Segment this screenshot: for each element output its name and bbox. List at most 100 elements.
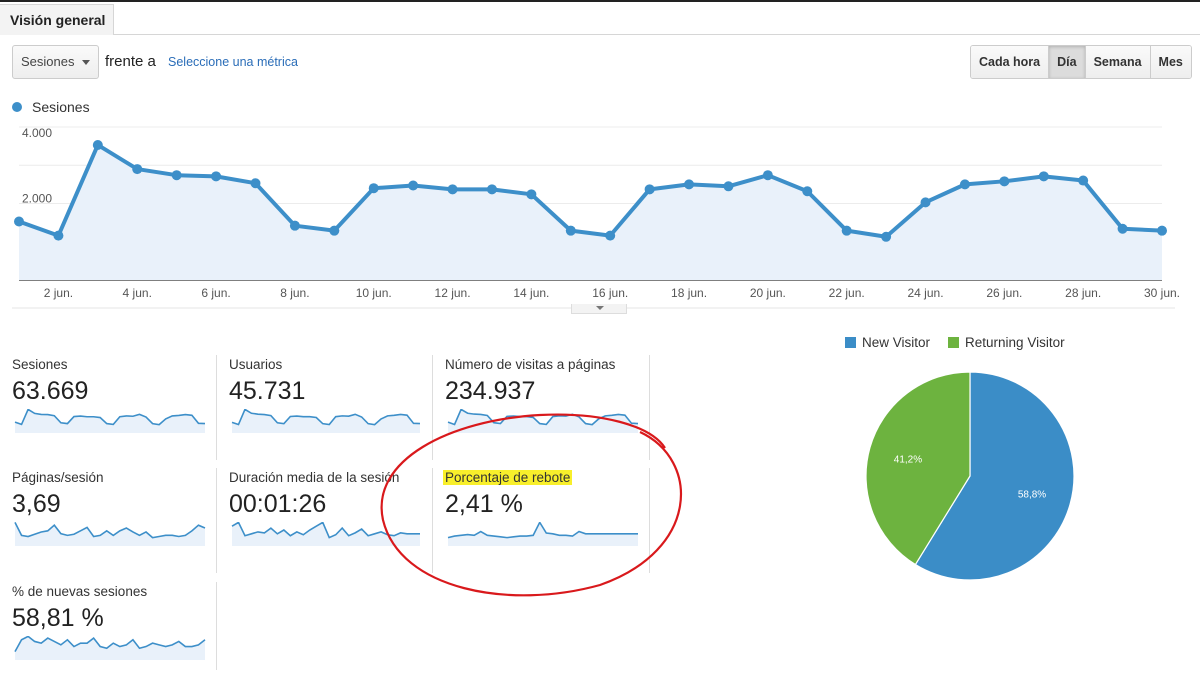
x-tick-label: 18 jun. <box>671 286 707 300</box>
data-point[interactable] <box>1038 171 1049 182</box>
granularity-month-button[interactable]: Mes <box>1150 46 1191 78</box>
scorecard-label: Porcentaje de rebote <box>443 470 573 485</box>
x-tick-label: 16 jun. <box>592 286 628 300</box>
scorecard[interactable]: % de nuevas sesiones 58,81 % <box>12 584 212 694</box>
x-tick-label: 26 jun. <box>986 286 1022 300</box>
granularity-week-button[interactable]: Semana <box>1085 46 1151 78</box>
granularity-button-group: Cada hora Día Semana Mes <box>970 45 1192 79</box>
x-tick-label: 10 jun. <box>356 286 392 300</box>
caret-down-icon <box>596 306 604 310</box>
x-tick-label: 2 jun. <box>44 286 73 300</box>
data-point[interactable] <box>329 225 340 236</box>
scorecard[interactable]: Porcentaje de rebote 2,41 % <box>443 470 645 580</box>
select-metric-link[interactable]: Seleccione una métrica <box>168 55 298 69</box>
sparkline-area <box>15 636 205 660</box>
legend-dot-icon <box>12 102 22 112</box>
data-point[interactable] <box>1078 175 1089 186</box>
data-point[interactable] <box>368 183 379 194</box>
data-point[interactable] <box>250 178 261 189</box>
new-visitor-swatch-icon <box>845 337 856 348</box>
scorecard-divider <box>216 355 217 460</box>
scorecard[interactable]: Número de visitas a páginas 234.937 <box>445 357 645 467</box>
tab-vision-general[interactable]: Visión general <box>0 4 114 35</box>
data-point[interactable] <box>762 170 773 181</box>
scorecard-value: 00:01:26 <box>229 490 327 518</box>
scorecard[interactable]: Usuarios 45.731 <box>229 357 429 467</box>
pie-slice-label: 41,2% <box>894 454 922 465</box>
data-point[interactable] <box>723 181 734 192</box>
scorecard-divider <box>216 582 217 670</box>
scorecard-divider <box>432 355 433 460</box>
sparkline-area <box>15 409 205 433</box>
data-point[interactable] <box>526 189 537 200</box>
scorecard-sparkline <box>231 409 421 433</box>
primary-metric-value: Sesiones <box>21 54 75 69</box>
data-point[interactable] <box>841 225 852 236</box>
granularity-hourly-button[interactable]: Cada hora <box>971 46 1050 78</box>
scorecard-sparkline <box>447 409 639 433</box>
x-tick-label: 22 jun. <box>829 286 865 300</box>
sparkline-area <box>232 522 420 546</box>
tab-strip: Visión general <box>0 2 1200 35</box>
scorecard-label: Sesiones <box>12 357 68 372</box>
primary-metric-select[interactable]: Sesiones <box>12 45 99 79</box>
pie-slice-label: 58,8% <box>1018 490 1046 501</box>
scorecard-label: Duración media de la sesión <box>229 470 400 485</box>
scorecard-label: % de nuevas sesiones <box>12 584 148 599</box>
data-point[interactable] <box>684 179 695 190</box>
scorecard-sparkline <box>447 522 638 546</box>
x-tick-label: 30 jun. <box>1144 286 1180 300</box>
data-point[interactable] <box>565 225 576 236</box>
scorecard-divider <box>216 468 217 573</box>
data-point[interactable] <box>1117 223 1128 234</box>
legend-label-sesiones: Sesiones <box>32 99 90 115</box>
sparkline-area <box>15 522 205 546</box>
data-point[interactable] <box>132 164 143 175</box>
data-point[interactable] <box>920 197 931 208</box>
scorecard[interactable]: Sesiones 63.669 <box>12 357 212 467</box>
data-point[interactable] <box>644 184 655 195</box>
data-point[interactable] <box>447 184 458 195</box>
data-point[interactable] <box>1157 225 1167 236</box>
chart-collapse-handle[interactable] <box>571 304 627 314</box>
data-point[interactable] <box>92 139 103 150</box>
data-point[interactable] <box>881 231 892 242</box>
scorecard-sparkline <box>14 636 206 660</box>
data-point[interactable] <box>211 171 222 182</box>
compare-label: frente a <box>105 53 156 70</box>
data-point[interactable] <box>959 179 970 190</box>
scorecard[interactable]: Páginas/sesión 3,69 <box>12 470 212 580</box>
scorecard-sparkline <box>14 409 206 433</box>
data-point[interactable] <box>14 216 24 227</box>
x-tick-label: 28 jun. <box>1065 286 1101 300</box>
scorecard-value: 58,81 % <box>12 604 104 632</box>
scorecard-value: 234.937 <box>445 377 536 405</box>
x-tick-label: 12 jun. <box>435 286 471 300</box>
data-point[interactable] <box>289 220 300 231</box>
pie-legend-label-new: New Visitor <box>862 335 931 350</box>
data-point[interactable] <box>171 170 182 181</box>
data-point[interactable] <box>53 230 64 241</box>
pie-legend-item-new: New Visitor <box>845 335 930 350</box>
returning-visitor-swatch-icon <box>948 337 960 348</box>
y-tick-label: 4.000 <box>22 126 52 140</box>
sessions-line-chart: 2.000 4.000 2 jun. 4 jun. 6 jun. 8 jun. 10 jun… <box>12 126 1180 309</box>
data-point[interactable] <box>605 230 616 241</box>
data-point[interactable] <box>802 186 813 197</box>
x-tick-label: 4 jun. <box>123 286 152 300</box>
x-tick-label: 8 jun. <box>280 286 309 300</box>
scorecard-value: 45.731 <box>229 377 306 405</box>
scorecard-label: Usuarios <box>229 357 283 372</box>
scorecard-value: 3,69 <box>12 490 61 518</box>
granularity-day-button[interactable]: Día <box>1049 46 1086 78</box>
data-point[interactable] <box>999 176 1010 187</box>
scorecard-divider <box>649 468 650 573</box>
data-point[interactable] <box>408 180 419 191</box>
y-tick-label: 2.000 <box>22 192 52 206</box>
scorecard-label: Páginas/sesión <box>12 470 104 485</box>
data-point[interactable] <box>486 184 497 195</box>
chevron-down-icon <box>82 60 90 65</box>
scorecard-label: Número de visitas a páginas <box>445 357 616 372</box>
pie-legend: New Visitor Returning Visitor <box>845 335 1083 350</box>
scorecard[interactable]: Duración media de la sesión 00:01:26 <box>229 470 429 580</box>
